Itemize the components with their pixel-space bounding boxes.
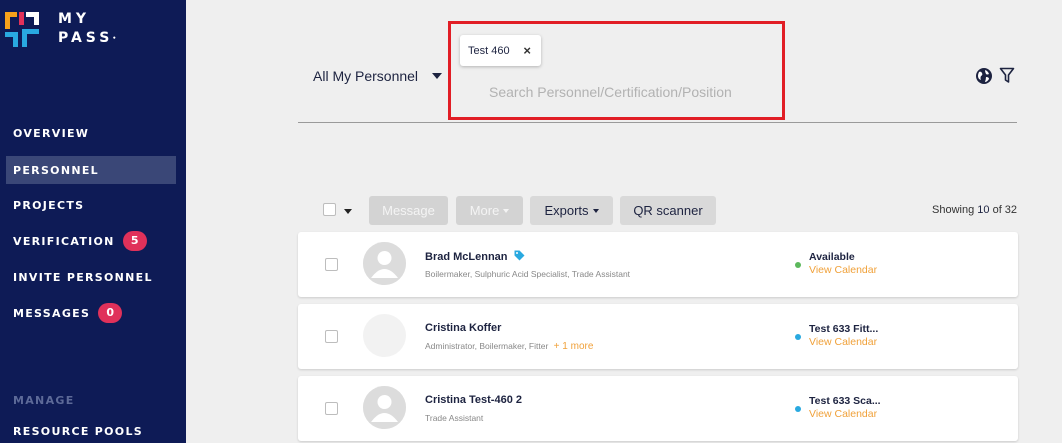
personnel-name-text: Cristina Koffer xyxy=(425,322,502,334)
sidebar-item-label: PERSONNEL xyxy=(13,163,99,177)
status-dot xyxy=(795,262,801,268)
results-count: Showing 10 of 32 xyxy=(932,204,1017,216)
exports-button-label: Exports xyxy=(544,203,589,218)
personnel-name[interactable]: Cristina Koffer xyxy=(425,322,501,334)
chevron-down-icon xyxy=(503,208,510,213)
sidebar-item-label: VERIFICATION xyxy=(13,234,115,248)
tag-icon xyxy=(514,250,525,264)
verification-count-badge: 5 xyxy=(122,231,147,251)
sidebar: MY PASS • OVERVIEW PERSONNEL PROJECTS VE… xyxy=(0,0,186,443)
table-row[interactable]: Brad McLennan Boilermaker, Sulphuric Aci… xyxy=(298,232,1018,297)
chevron-down-icon xyxy=(592,208,599,213)
row-checkbox[interactable] xyxy=(325,258,338,271)
row-checkbox[interactable] xyxy=(325,330,338,343)
chevron-down-icon[interactable] xyxy=(344,209,352,214)
personnel-roles: Boilermaker, Sulphuric Acid Specialist, … xyxy=(425,269,631,279)
message-button[interactable]: Message xyxy=(369,196,448,225)
qr-scanner-button[interactable]: QR scanner xyxy=(620,196,716,225)
search-chip: Test 460 × xyxy=(460,35,541,66)
personnel-name[interactable]: Cristina Test-460 2 xyxy=(425,394,522,406)
row-checkbox[interactable] xyxy=(325,402,338,415)
results-count-prefix: Showing xyxy=(932,204,978,216)
sidebar-item-label: PROJECTS xyxy=(13,198,85,212)
search-input[interactable] xyxy=(489,84,779,100)
table-row[interactable]: Cristina Koffer Administrator, Boilermak… xyxy=(298,304,1018,369)
sidebar-item-label: MESSAGES xyxy=(13,306,91,320)
globe-icon[interactable] xyxy=(975,67,993,90)
sidebar-item-invite-personnel[interactable]: INVITE PERSONNEL xyxy=(6,263,176,291)
qr-scanner-button-label: QR scanner xyxy=(633,203,703,218)
status-dot xyxy=(795,334,801,340)
select-all-checkbox[interactable] xyxy=(323,203,336,216)
results-count-suffix: of 32 xyxy=(989,204,1018,216)
logo-text-line2: PASS xyxy=(58,30,114,46)
personnel-roles: Administrator, Boilermaker, Fitter + 1 m… xyxy=(425,341,593,352)
sidebar-item-resource-pools[interactable]: RESOURCE POOLS xyxy=(6,417,176,443)
more-button[interactable]: More xyxy=(456,196,523,225)
view-calendar-link[interactable]: View Calendar xyxy=(809,264,877,276)
availability-status: Available xyxy=(809,251,855,263)
sidebar-item-overview[interactable]: OVERVIEW xyxy=(6,119,176,147)
sidebar-item-label: INVITE PERSONNEL xyxy=(13,270,153,284)
mypass-logo-icon[interactable] xyxy=(5,12,41,53)
results-count-value: 10 xyxy=(977,204,990,216)
filter-icon[interactable] xyxy=(999,67,1015,89)
logo-text: MY PASS • xyxy=(58,11,117,46)
personnel-name-text: Cristina Test-460 2 xyxy=(425,394,523,406)
search-chip-label: Test 460 xyxy=(468,44,510,57)
message-button-label: Message xyxy=(382,203,435,218)
sidebar-item-projects[interactable]: PROJECTS xyxy=(6,191,176,219)
filter-selected-value: All My Personnel xyxy=(313,68,419,84)
availability-status: Test 633 Sca... xyxy=(809,395,881,407)
exports-button[interactable]: Exports xyxy=(530,196,613,225)
personnel-roles-text: Administrator, Boilermaker, Fitter xyxy=(425,341,549,351)
status-dot xyxy=(795,406,801,412)
sidebar-item-label: RESOURCE POOLS xyxy=(13,424,143,438)
more-button-label: More xyxy=(469,203,500,218)
sidebar-item-label: OVERVIEW xyxy=(13,126,90,140)
avatar xyxy=(363,386,406,429)
sidebar-item-personnel[interactable]: PERSONNEL xyxy=(6,156,176,184)
close-icon[interactable]: × xyxy=(523,43,531,58)
view-calendar-link[interactable]: View Calendar xyxy=(809,336,877,348)
sidebar-section-manage: MANAGE xyxy=(13,394,75,407)
avatar xyxy=(363,314,406,357)
logo-text-line1: MY xyxy=(58,11,91,27)
personnel-name[interactable]: Brad McLennan xyxy=(425,250,525,264)
header-divider xyxy=(298,122,1017,123)
personnel-filter-dropdown[interactable]: All My Personnel xyxy=(313,68,443,84)
personnel-name-text: Brad McLennan xyxy=(425,251,508,263)
sidebar-item-messages[interactable]: MESSAGES 0 xyxy=(6,299,176,327)
more-roles-link[interactable]: + 1 more xyxy=(554,341,594,352)
availability-status: Test 633 Fitt... xyxy=(809,323,879,335)
messages-count-badge: 0 xyxy=(98,303,123,323)
chevron-down-icon xyxy=(432,73,443,79)
personnel-roles: Trade Assistant xyxy=(425,413,484,423)
sidebar-item-verification[interactable]: VERIFICATION 5 xyxy=(6,227,176,255)
avatar xyxy=(363,242,406,285)
view-calendar-link[interactable]: View Calendar xyxy=(809,408,877,420)
table-row[interactable]: Cristina Test-460 2 Trade Assistant Test… xyxy=(298,376,1018,441)
